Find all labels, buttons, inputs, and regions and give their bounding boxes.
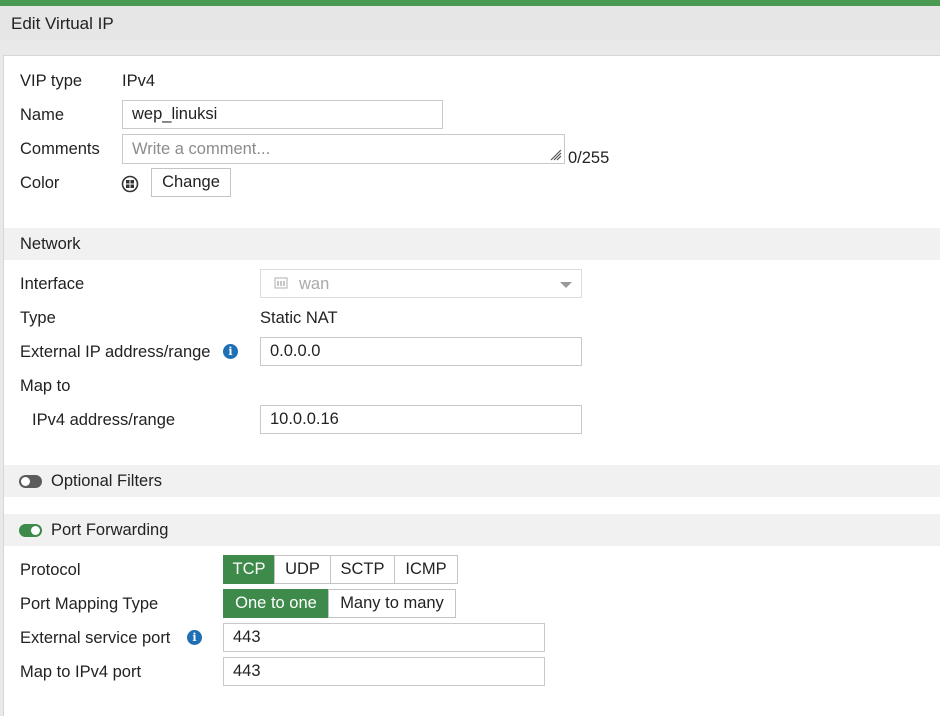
chevron-down-icon (560, 282, 572, 288)
comments-label: Comments (20, 140, 100, 158)
protocol-udp-button[interactable]: UDP (274, 555, 331, 584)
ipv4-range-label: IPv4 address/range (32, 411, 176, 429)
external-port-label: External service port (20, 629, 171, 647)
map-port-label: Map to IPv4 port (20, 663, 142, 681)
type-value: Static NAT (260, 309, 338, 327)
comments-counter: 0/255 (568, 149, 610, 167)
protocol-sctp-button[interactable]: SCTP (330, 555, 395, 584)
type-label: Type (20, 309, 56, 327)
external-ip-input[interactable] (260, 337, 582, 366)
change-color-button[interactable]: Change (151, 168, 231, 197)
port-forwarding-toggle[interactable] (19, 524, 42, 537)
info-icon[interactable]: i (187, 630, 202, 645)
protocol-icmp-button[interactable]: ICMP (394, 555, 458, 584)
interface-icon (274, 277, 288, 289)
interface-select[interactable]: wan (260, 269, 582, 298)
mapping-many-to-many-button[interactable]: Many to many (328, 589, 456, 618)
protocol-tcp-button[interactable]: TCP (223, 555, 275, 584)
external-port-input[interactable] (223, 623, 545, 652)
edit-vip-panel: VIP type IPv4 Name Comments 0/255 Color … (3, 55, 940, 716)
map-port-input[interactable] (223, 657, 545, 686)
interface-label: Interface (20, 275, 85, 293)
port-forwarding-header: Port Forwarding (4, 514, 940, 546)
mapping-type-selector: One to one Many to many (223, 589, 456, 618)
interface-value: wan (299, 275, 330, 293)
external-ip-label: External IP address/range (20, 343, 211, 361)
resize-grip-icon[interactable] (548, 147, 562, 161)
info-icon[interactable]: i (223, 344, 238, 359)
color-icon (121, 175, 139, 193)
mapping-type-label: Port Mapping Type (20, 595, 159, 613)
page-title: Edit Virtual IP (11, 14, 114, 33)
name-label: Name (20, 106, 65, 124)
color-label: Color (20, 174, 60, 192)
vip-type-value: IPv4 (122, 72, 156, 90)
title-bar: Edit Virtual IP (0, 6, 940, 40)
protocol-selector: TCP UDP SCTP ICMP (223, 555, 458, 584)
map-to-label: Map to (20, 377, 71, 395)
ipv4-range-input[interactable] (260, 405, 582, 434)
port-forwarding-label: Port Forwarding (51, 521, 169, 539)
optional-filters-toggle[interactable] (19, 475, 42, 488)
comments-field[interactable] (122, 134, 565, 164)
mapping-one-to-one-button[interactable]: One to one (223, 589, 329, 618)
optional-filters-label: Optional Filters (51, 472, 162, 490)
network-section-title: Network (20, 235, 81, 253)
protocol-label: Protocol (20, 561, 81, 579)
network-section-header: Network (4, 228, 940, 260)
name-input[interactable] (122, 100, 443, 129)
optional-filters-header: Optional Filters (4, 465, 940, 497)
comments-textarea[interactable] (123, 135, 564, 163)
vip-type-label: VIP type (20, 72, 83, 90)
